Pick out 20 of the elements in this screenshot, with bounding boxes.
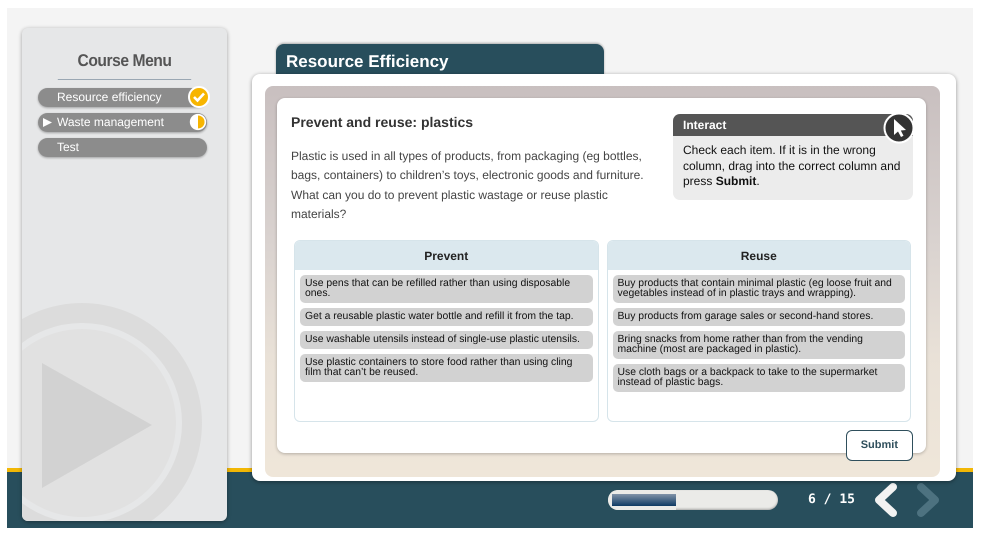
activity-heading: Prevent and reuse: plastics: [291, 113, 474, 132]
menu-item-label: Test: [57, 140, 80, 154]
intro-paragraph: Plastic is used in all types of products, from packaging (eg bottles, bags, containers) to children’s toys, electronic goods and furniture. What can you do to prevent plastic wastage or reuse plastic materials?: [291, 148, 644, 223]
instruction-text: Check each item. If it is in the wrong column, drag into the correct column and press Submit.: [682, 142, 902, 190]
draggable-item[interactable]: Get a reusable plastic water bottle and refill it from the tap.: [300, 308, 592, 326]
menu-item-label: Waste management: [57, 114, 164, 128]
submit-button[interactable]: Submit: [846, 430, 913, 461]
draggable-item[interactable]: Use pens that can be refilled rather than using disposable ones.: [300, 275, 592, 304]
cursor-icon: [883, 112, 915, 144]
draggable-item[interactable]: Bring snacks from home rather than from the vending machine (most are packaged in plastic).: [612, 331, 905, 360]
draggable-item[interactable]: Use washable utensils instead of single-use plastic utensils.: [300, 331, 592, 350]
menu-item-label: Resource efficiency: [57, 90, 162, 104]
draggable-item[interactable]: Use cloth bags or a backpack to take to the supermarket instead of plastic bags.: [612, 364, 905, 392]
course-menu-title: Course Menu: [58, 48, 192, 80]
column-header: Reuse: [608, 241, 910, 270]
draggable-item[interactable]: Buy products that contain minimal plastic (eg loose fruit and vegetables instead of in plastic trays and wrapping).: [612, 275, 905, 304]
page-counter: 6 / 15: [808, 491, 855, 510]
draggable-item[interactable]: Use plastic containers to store food rather than using cling film that can’t be reused.: [300, 354, 592, 382]
draggable-item[interactable]: Buy products from garage sales or second-hand stores.: [612, 308, 905, 326]
column-header: Prevent: [295, 241, 598, 270]
